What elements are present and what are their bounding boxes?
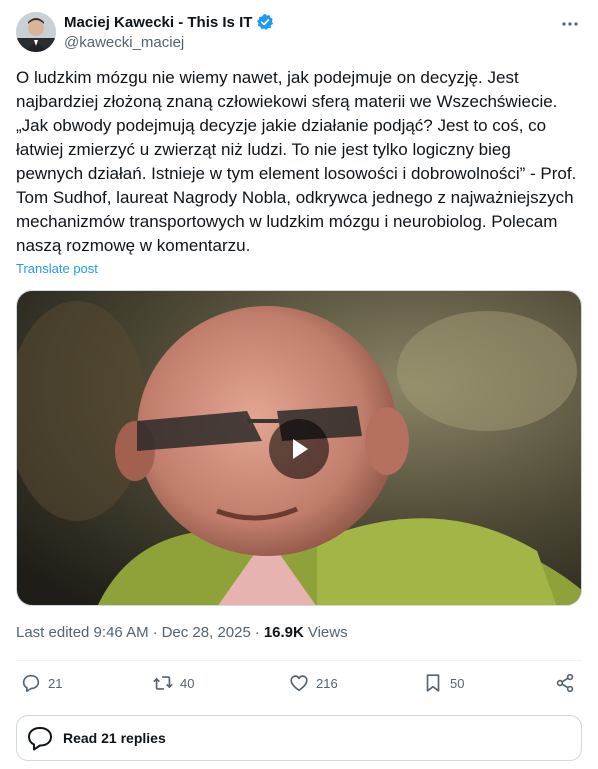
verified-badge-icon[interactable] bbox=[256, 13, 274, 31]
bookmark-icon bbox=[426, 674, 440, 692]
translate-post-link[interactable]: Translate post bbox=[16, 261, 98, 276]
author-display-name[interactable]: Maciej Kawecki - This Is IT bbox=[64, 14, 252, 31]
meta-separator: · bbox=[152, 624, 158, 641]
replies-bubble-icon bbox=[28, 727, 52, 751]
post-text: O ludzkim mózgu nie wiemy nawet, jak pod… bbox=[16, 68, 577, 255]
reply-icon bbox=[22, 674, 40, 693]
like-count: 216 bbox=[316, 675, 338, 691]
repost-count: 40 bbox=[180, 675, 195, 691]
edited-timestamp[interactable]: Last edited 9:46 AM bbox=[16, 624, 149, 641]
more-options-icon[interactable] bbox=[558, 12, 582, 36]
read-replies-label: Read 21 replies bbox=[63, 730, 166, 746]
reply-count: 21 bbox=[48, 675, 63, 691]
avatar[interactable] bbox=[16, 12, 56, 52]
repost-button[interactable]: 40 bbox=[152, 672, 194, 694]
action-bar: 21 40 216 50 bbox=[16, 668, 582, 700]
post-date[interactable]: Dec 28, 2025 bbox=[162, 624, 251, 641]
share-icon bbox=[556, 673, 574, 693]
bookmark-button[interactable]: 50 bbox=[422, 672, 464, 694]
divider bbox=[16, 660, 582, 661]
like-button[interactable]: 216 bbox=[288, 672, 338, 694]
bookmark-count: 50 bbox=[450, 675, 465, 691]
read-replies-button[interactable]: Read 21 replies bbox=[16, 715, 582, 761]
views-label: Views bbox=[307, 624, 348, 641]
repost-icon bbox=[153, 676, 173, 690]
post-header: Maciej Kawecki - This Is IT @kawecki_mac… bbox=[16, 12, 582, 54]
meta-separator: · bbox=[254, 624, 260, 641]
author-handle[interactable]: @kawecki_maciej bbox=[64, 34, 184, 51]
views-count: 16.9K bbox=[263, 624, 304, 641]
reply-button[interactable]: 21 bbox=[20, 672, 62, 694]
post-meta: Last edited 9:46 AM · Dec 28, 2025 · 16.… bbox=[16, 624, 348, 641]
video-media[interactable] bbox=[16, 290, 582, 606]
share-button[interactable] bbox=[554, 672, 576, 694]
play-icon[interactable] bbox=[269, 419, 329, 479]
heart-icon bbox=[290, 675, 308, 692]
